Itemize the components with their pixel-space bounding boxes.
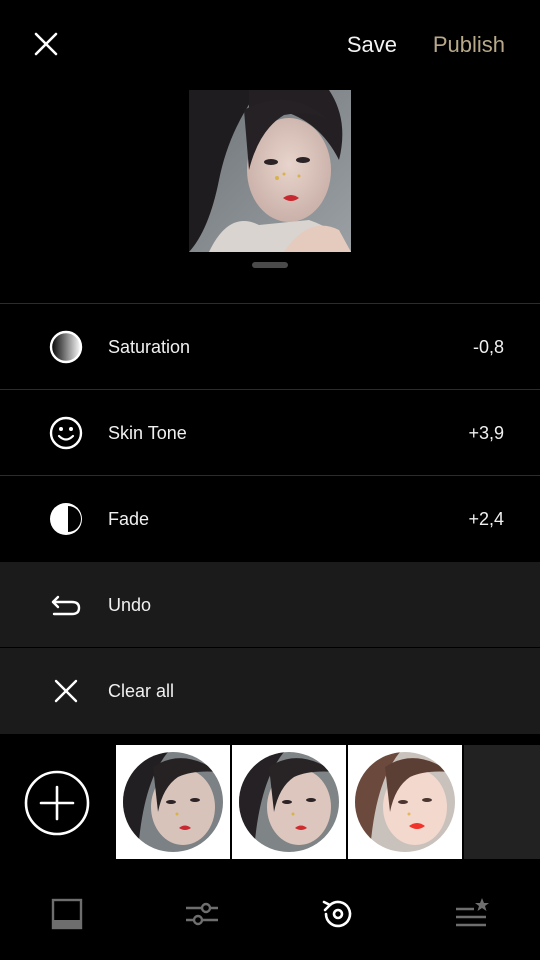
photo-preview[interactable] bbox=[189, 90, 351, 252]
filmstrip-thumbnail-empty[interactable] bbox=[464, 745, 540, 859]
filmstrip-thumbnail[interactable] bbox=[348, 745, 462, 859]
undo-label: Undo bbox=[108, 594, 152, 615]
adjustment-label: Skin Tone bbox=[108, 422, 187, 443]
filmstrip-thumbnail[interactable] bbox=[232, 745, 346, 859]
adjustment-row-saturation[interactable]: Saturation -0,8 bbox=[0, 304, 540, 390]
portrait-image bbox=[189, 90, 351, 252]
adjustment-row-fade[interactable]: Fade +2,4 bbox=[0, 476, 540, 562]
fade-icon bbox=[50, 503, 82, 535]
thumbnail-image bbox=[239, 752, 339, 852]
history-icon[interactable] bbox=[320, 896, 356, 932]
undo-icon bbox=[51, 595, 81, 616]
adjustment-row-skin-tone[interactable]: Skin Tone +3,9 bbox=[0, 390, 540, 476]
clear-all-button[interactable]: Clear all bbox=[0, 648, 540, 734]
bottom-nav bbox=[0, 870, 540, 960]
save-button[interactable]: Save bbox=[347, 32, 397, 58]
add-icon[interactable] bbox=[23, 769, 91, 837]
drag-handle[interactable] bbox=[252, 262, 288, 268]
saturation-icon bbox=[49, 330, 83, 364]
adjustment-label: Fade bbox=[108, 508, 150, 529]
recipes-icon[interactable] bbox=[454, 896, 490, 932]
adjustment-value: +2,4 bbox=[468, 508, 504, 529]
adjust-sliders-icon[interactable] bbox=[184, 896, 220, 932]
filmstrip-thumbnail[interactable] bbox=[116, 745, 230, 859]
adjustment-label: Saturation bbox=[108, 336, 191, 357]
close-icon[interactable] bbox=[30, 28, 62, 60]
adjustment-value: -0,8 bbox=[472, 336, 504, 357]
adjustment-value: +3,9 bbox=[468, 422, 504, 443]
clear-all-label: Clear all bbox=[108, 680, 175, 701]
undo-button[interactable]: Undo bbox=[0, 562, 540, 648]
publish-button[interactable]: Publish bbox=[433, 32, 505, 58]
top-bar: Save Publish bbox=[0, 0, 540, 90]
thumbnail-image bbox=[123, 752, 223, 852]
presets-icon[interactable] bbox=[49, 896, 85, 932]
clear-icon bbox=[54, 679, 78, 703]
thumbnail-image bbox=[355, 752, 455, 852]
skin-tone-icon bbox=[49, 416, 83, 450]
